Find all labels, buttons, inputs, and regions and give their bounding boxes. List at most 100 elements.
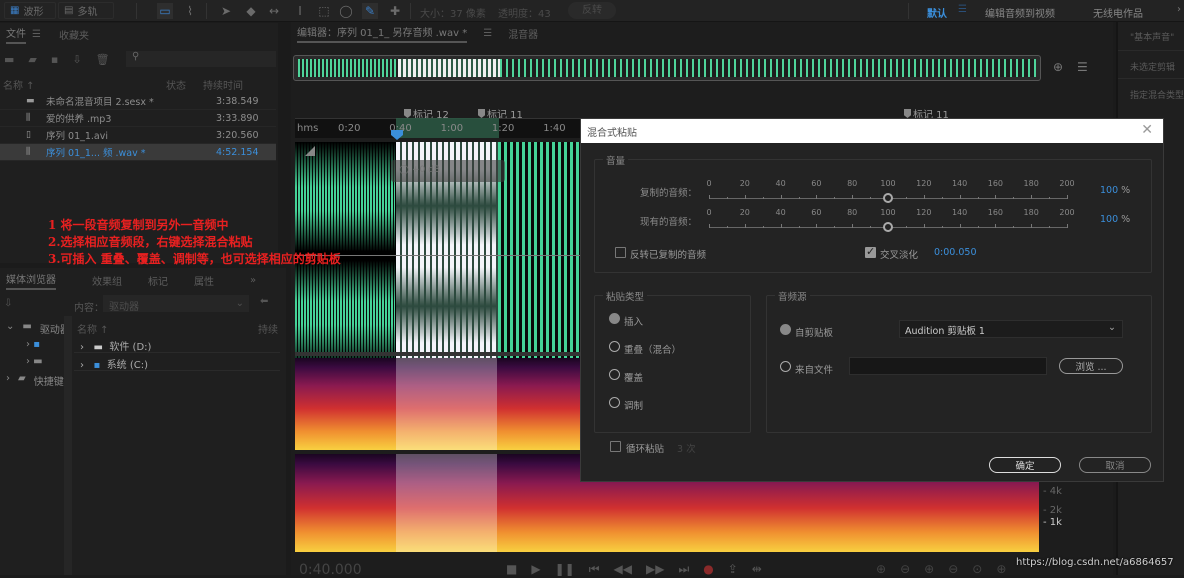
slider-minor-tick (870, 226, 872, 228)
back-arrow-icon[interactable]: ⬅ (260, 296, 268, 307)
loop-paste-checkbox[interactable] (610, 441, 621, 452)
files-search-input[interactable]: ⚲ (126, 51, 276, 67)
open-file-icon[interactable]: ▬ (4, 53, 14, 66)
existing-audio-value[interactable]: 100 % (1100, 214, 1130, 225)
column-duration[interactable]: 持续 (258, 321, 278, 336)
tree-shortcuts[interactable]: › ▰ 快捷键 (6, 373, 64, 388)
zoom-out-full-icon[interactable]: ⊙ (972, 562, 982, 576)
files-menu-icon[interactable]: ☰ (32, 29, 41, 40)
playhead-icon[interactable] (391, 130, 403, 140)
spectral-selection[interactable] (396, 358, 497, 450)
tab-effects-rack[interactable]: 效果组 (92, 273, 122, 288)
overview-visible-range[interactable] (398, 59, 500, 77)
invert-copied-checkbox[interactable] (615, 247, 626, 258)
zoom-in-time-icon[interactable]: ⊕ (924, 562, 934, 576)
clipboard-dropdown[interactable]: Audition 剪贴板 1 ⌄ (899, 320, 1123, 338)
file-row-selected[interactable]: ⫼ 序列 01_1... 频 .wav * 4:52.154 (0, 144, 276, 161)
invert-button[interactable]: 反转 (568, 2, 616, 19)
dialog-titlebar[interactable]: 混合式粘贴 ✕ (581, 119, 1163, 143)
content-dropdown[interactable]: 驱动器 ⌄ (103, 295, 249, 313)
spectral-selection[interactable] (396, 454, 497, 552)
marquee-icon[interactable]: ⬚ (316, 3, 332, 19)
file-row[interactable]: ⫼ 爱的供养 .mp3 3:33.890 (0, 110, 276, 127)
hud-gain-control[interactable]: ◯ +0 dB (391, 160, 505, 182)
tab-editor[interactable]: 编辑器：序列 01_1_ 另存音频 .wav * (297, 24, 468, 43)
copied-audio-value[interactable]: 100 % (1100, 185, 1130, 196)
slider-tick (923, 195, 925, 199)
slider-thumb[interactable] (883, 193, 893, 203)
column-name[interactable]: 名称 ↑ (3, 77, 35, 92)
invert-copied-label: 反转已复制的音频 (630, 250, 707, 261)
column-name[interactable]: 名称 ↑ (77, 321, 109, 336)
tab-favorites[interactable]: 收藏夹 (59, 27, 89, 42)
paste-type-radio[interactable] (609, 313, 620, 324)
slip-tool-icon[interactable]: ↔ (266, 3, 282, 19)
file-row[interactable]: ▯ 序列 01_1.avi 3:20.560 (0, 127, 276, 144)
workspace-radio-production[interactable]: 无线电作品 (1093, 5, 1143, 20)
paste-type-label: 粘贴类型 (603, 289, 648, 303)
file-row[interactable]: ▬ 未命名混音项目 2.sesx * 3:38.549 (0, 93, 276, 110)
column-status[interactable]: 状态 (166, 77, 186, 92)
assign-mix-type: 指定混合类型 (1130, 91, 1184, 101)
file-path-input[interactable] (849, 357, 1047, 375)
tab-properties[interactable]: 属性 (194, 273, 214, 288)
import-icon[interactable]: ▰ (28, 53, 36, 66)
zoom-in-amplitude-icon[interactable]: ⊕ (876, 562, 886, 576)
spectral-frequency-icon[interactable]: ▭ (157, 3, 173, 19)
crossfade-checkbox[interactable] (865, 245, 876, 258)
ok-button[interactable]: 确定 (989, 457, 1061, 473)
divider (1118, 50, 1184, 51)
waveform-view-button[interactable]: ▦ 波形 (4, 2, 56, 19)
existing-audio-slider[interactable]: 0 20 40 60 80 100 120 140 160 180 200 (706, 208, 1075, 234)
zoom-out-time-icon[interactable]: ⊖ (948, 562, 958, 576)
editor-menu-icon[interactable]: ☰ (483, 28, 492, 39)
more-workspaces-icon[interactable]: › (1177, 4, 1181, 15)
divider (206, 3, 207, 19)
tab-markers[interactable]: 标记 (148, 273, 168, 288)
drive-row[interactable]: › ▬ 软件 (D:) (74, 336, 280, 353)
razor-tool-icon[interactable]: ◆ (243, 3, 259, 19)
slider-minor-tick (941, 226, 943, 228)
paste-type-radio[interactable] (609, 341, 620, 352)
export-icon[interactable]: ⇩ (72, 53, 81, 66)
import-icon[interactable]: ⇩ (4, 298, 12, 309)
move-tool-icon[interactable]: ➤ (218, 3, 234, 19)
browse-button[interactable]: 浏览 ... (1059, 358, 1123, 374)
tree-drive-child[interactable]: › ▬ (26, 356, 43, 367)
loop-count[interactable]: 3 次 (677, 441, 696, 455)
workspace-edit-audio-to-video[interactable]: 编辑音频到视频 (985, 5, 1055, 20)
close-icon[interactable]: ✕ (1141, 122, 1153, 138)
copied-audio-slider[interactable]: 0 20 40 60 80 100 120 140 160 180 200 (706, 179, 1075, 205)
multitrack-view-button[interactable]: ▤ 多轨 (58, 2, 114, 19)
tab-files[interactable]: 文件 (6, 25, 26, 44)
tree-drives[interactable]: ⌄ ▬ 驱动器 (6, 321, 70, 336)
brush-icon[interactable]: ✎ (362, 3, 378, 19)
tree-drive-child[interactable]: › ▪ (26, 339, 40, 350)
panel-layout-icon[interactable]: ☰ (1077, 60, 1088, 74)
crossfade-duration[interactable]: 0:00.050 (934, 247, 977, 258)
from-clipboard-radio[interactable] (780, 324, 791, 335)
delete-icon[interactable]: 🗑 (96, 53, 110, 66)
more-panels-icon[interactable]: » (250, 275, 256, 286)
slider-thumb[interactable] (883, 222, 893, 232)
overview-navigator[interactable] (293, 55, 1041, 81)
from-file-radio[interactable] (780, 361, 791, 372)
workspace-menu-icon[interactable]: ☰ (958, 4, 967, 15)
paste-type-radio[interactable] (609, 397, 620, 408)
spectral-pitch-icon[interactable]: ⌇ (182, 3, 198, 19)
spot-healing-icon[interactable]: ✚ (387, 3, 403, 19)
cancel-button[interactable]: 取消 (1079, 457, 1151, 473)
zoom-out-amplitude-icon[interactable]: ⊖ (900, 562, 910, 576)
zoom-in-point-icon[interactable]: ⊕ (996, 562, 1006, 576)
paste-type-radio[interactable] (609, 369, 620, 380)
lasso-icon[interactable]: ◯ (338, 3, 354, 19)
column-duration[interactable]: 持续时间 (203, 77, 243, 92)
splitter-handle[interactable] (64, 316, 72, 575)
drive-row[interactable]: › ▪ 系统 (C:) (74, 354, 280, 371)
new-file-icon[interactable]: ▪ (51, 53, 58, 66)
time-selection-icon[interactable]: I (292, 3, 308, 19)
zoom-to-selection-icon[interactable]: ⊕ (1053, 60, 1063, 74)
workspace-default[interactable]: 默认 (927, 5, 947, 20)
tab-media-browser[interactable]: 媒体浏览器 (6, 271, 56, 290)
tab-mixer[interactable]: 混音器 (508, 26, 538, 41)
